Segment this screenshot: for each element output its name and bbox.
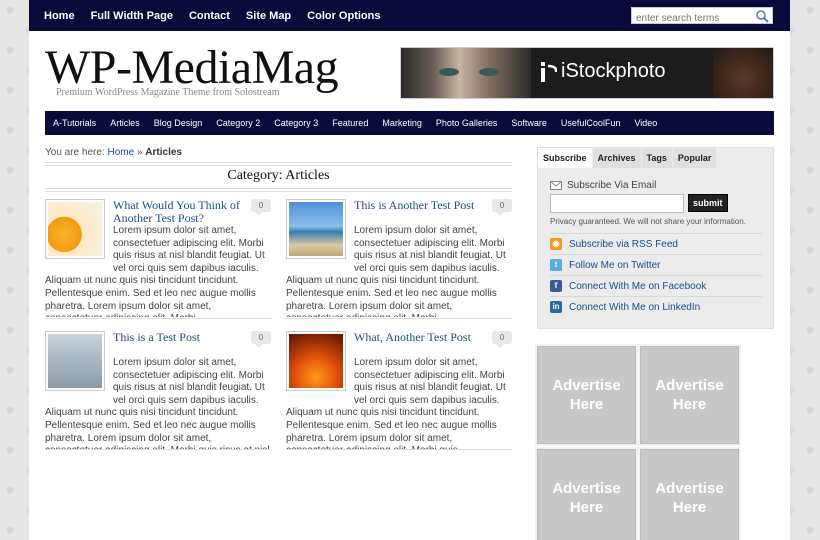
topnav-contact[interactable]: Contact (189, 10, 230, 22)
rss-link[interactable]: ◉ Subscribe via RSS Feed (550, 233, 762, 254)
post-title-link[interactable]: What, Another Test Post (354, 331, 494, 344)
header-banner-ad[interactable]: iStockphoto (400, 47, 774, 99)
breadcrumb-current: Articles (145, 147, 182, 158)
facebook-link[interactable]: f Connect With Me on Facebook (550, 275, 762, 296)
post-excerpt: Lorem ipsum dolor sit amet, consectetuer… (286, 225, 506, 317)
topnav-site-map[interactable]: Site Map (246, 10, 291, 22)
divider (45, 318, 271, 319)
advertise-here-slot[interactable]: Advertise Here (638, 344, 741, 446)
breadcrumb: You are here: Home » Articles (45, 147, 182, 158)
divider (45, 165, 512, 166)
social-links: ◉ Subscribe via RSS Feed t Follow Me on … (550, 233, 762, 317)
top-navigation: Home Full Width Page Contact Site Map Co… (29, 0, 790, 31)
twitter-link[interactable]: t Follow Me on Twitter (550, 254, 762, 275)
facebook-link-label: Connect With Me on Facebook (569, 280, 707, 292)
breadcrumb-prefix: You are here: (45, 147, 105, 158)
email-field[interactable] (550, 194, 684, 213)
post-item: What, Another Test Post 0 Lorem ipsum do… (286, 331, 512, 449)
divider (45, 188, 512, 189)
sidebar-tabs: Subscribe Archives Tags Popular (538, 148, 717, 168)
search-icon[interactable] (755, 9, 769, 23)
linkedin-link[interactable]: in Connect With Me on LinkedIn (550, 296, 762, 317)
advertise-here-slot[interactable]: Advertise Here (638, 447, 741, 540)
divider (45, 162, 512, 163)
sidebar-tab-widget: Subscribe Archives Tags Popular Subscrib… (537, 147, 774, 329)
search-box (631, 7, 773, 26)
post-item: This is Another Test Post 0 Lorem ipsum … (286, 199, 512, 317)
comment-count-badge[interactable]: 0 (251, 331, 271, 348)
email-icon (550, 181, 562, 190)
breadcrumb-separator: » (136, 147, 143, 158)
banner-face-image (401, 48, 531, 98)
cat-category-3[interactable]: Category 3 (274, 118, 318, 128)
tab-tags[interactable]: Tags (641, 148, 672, 168)
post-item: This is a Test Post 0 Lorem ipsum dolor … (45, 331, 271, 449)
cat-usefulcoolfun[interactable]: UsefulCoolFun (561, 118, 621, 128)
cat-photo-galleries[interactable]: Photo Galleries (436, 118, 498, 128)
linkedin-link-label: Connect With Me on LinkedIn (569, 301, 701, 313)
post-title-link[interactable]: What Would You Think of Another Test Pos… (113, 199, 253, 225)
twitter-icon: t (550, 259, 562, 271)
cat-featured[interactable]: Featured (332, 118, 368, 128)
site-tagline: Premium WordPress Magazine Theme from So… (56, 87, 280, 98)
rss-icon: ◉ (550, 238, 562, 250)
cat-articles[interactable]: Articles (110, 118, 140, 128)
post-title-link[interactable]: This is a Test Post (113, 331, 253, 344)
linkedin-icon: in (550, 301, 562, 313)
cat-blog-design[interactable]: Blog Design (154, 118, 203, 128)
topnav-full-width-page[interactable]: Full Width Page (91, 10, 173, 22)
submit-button[interactable]: submit (688, 194, 728, 212)
comment-count-badge[interactable]: 0 (492, 199, 512, 216)
cat-software[interactable]: Software (511, 118, 547, 128)
divider (286, 449, 512, 450)
tab-subscribe[interactable]: Subscribe (538, 148, 592, 168)
banner-brand-text: iStockphoto (561, 60, 666, 82)
twitter-link-label: Follow Me on Twitter (569, 259, 661, 271)
cat-a-tutorials[interactable]: A-Tutorials (53, 118, 96, 128)
post-item: What Would You Think of Another Test Pos… (45, 199, 271, 317)
post-excerpt: Lorem ipsum dolor sit amet, consectetuer… (286, 357, 506, 449)
divider (45, 191, 512, 192)
cat-marketing[interactable]: Marketing (382, 118, 422, 128)
facebook-icon: f (550, 280, 562, 292)
advertise-here-slot[interactable]: Advertise Here (535, 447, 638, 540)
search-input[interactable] (632, 11, 752, 26)
subscribe-via-email: Subscribe Via Email (550, 180, 762, 191)
post-excerpt: Lorem ipsum dolor sit amet, consectetuer… (45, 225, 265, 317)
category-title: Category: Articles (227, 168, 330, 183)
cat-category-2[interactable]: Category 2 (216, 118, 260, 128)
post-excerpt: Lorem ipsum dolor sit amet, consectetuer… (45, 357, 270, 449)
privacy-note: Privacy guaranteed. We will not share yo… (550, 217, 746, 226)
breadcrumb-home-link[interactable]: Home (107, 147, 134, 158)
subscribe-via-label: Subscribe Via Email (567, 180, 657, 191)
divider (286, 318, 512, 319)
cat-video[interactable]: Video (634, 118, 657, 128)
istock-logo-icon (541, 62, 557, 82)
topnav-color-options[interactable]: Color Options (307, 10, 380, 22)
tab-archives[interactable]: Archives (592, 148, 641, 168)
rss-link-label: Subscribe via RSS Feed (569, 238, 678, 250)
post-title-link[interactable]: This is Another Test Post (354, 199, 494, 212)
tab-popular[interactable]: Popular (672, 148, 717, 168)
topnav-home[interactable]: Home (44, 10, 75, 22)
comment-count-badge[interactable]: 0 (492, 331, 512, 348)
category-navigation: A-Tutorials Articles Blog Design Categor… (45, 111, 774, 135)
comment-count-badge[interactable]: 0 (251, 199, 271, 216)
divider (45, 449, 271, 450)
banner-face-image-right (713, 48, 773, 98)
page-wrapper: Home Full Width Page Contact Site Map Co… (29, 0, 790, 540)
advertise-here-slot[interactable]: Advertise Here (535, 344, 638, 446)
